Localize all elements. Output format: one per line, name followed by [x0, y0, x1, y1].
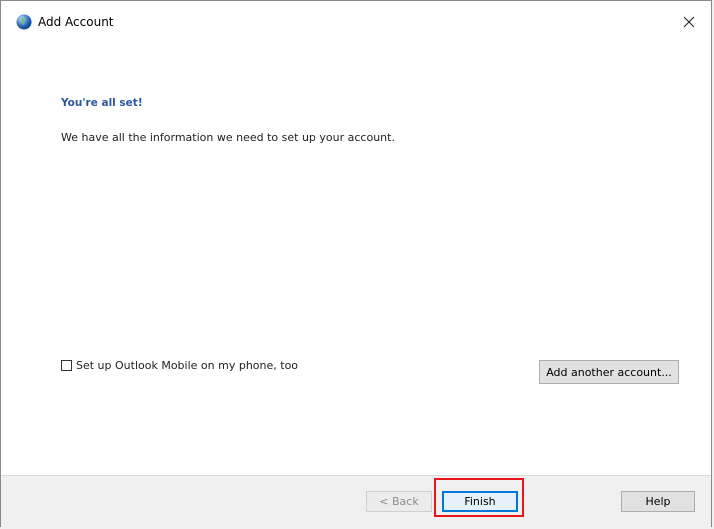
add-another-account-button[interactable]: Add another account... — [539, 360, 679, 384]
back-button[interactable]: < Back — [366, 491, 432, 512]
outlook-mobile-label: Set up Outlook Mobile on my phone, too — [76, 359, 299, 372]
window-title: Add Account — [38, 15, 114, 29]
info-message: We have all the information we need to s… — [61, 131, 395, 144]
outlook-mobile-checkbox[interactable] — [61, 360, 72, 371]
add-account-dialog: Add Account You're all set! We have all … — [0, 0, 712, 528]
outlook-globe-icon — [16, 14, 32, 30]
finish-button[interactable]: Finish — [442, 491, 518, 512]
close-icon — [683, 16, 695, 28]
page-heading: You're all set! — [61, 97, 143, 109]
title-bar: Add Account — [1, 1, 711, 43]
outlook-mobile-option[interactable]: Set up Outlook Mobile on my phone, too — [61, 359, 298, 372]
close-button[interactable] — [667, 1, 711, 43]
dialog-footer: < Back Finish Help — [1, 475, 711, 528]
content-area: You're all set! We have all the informat… — [1, 43, 711, 475]
help-button[interactable]: Help — [621, 491, 695, 512]
